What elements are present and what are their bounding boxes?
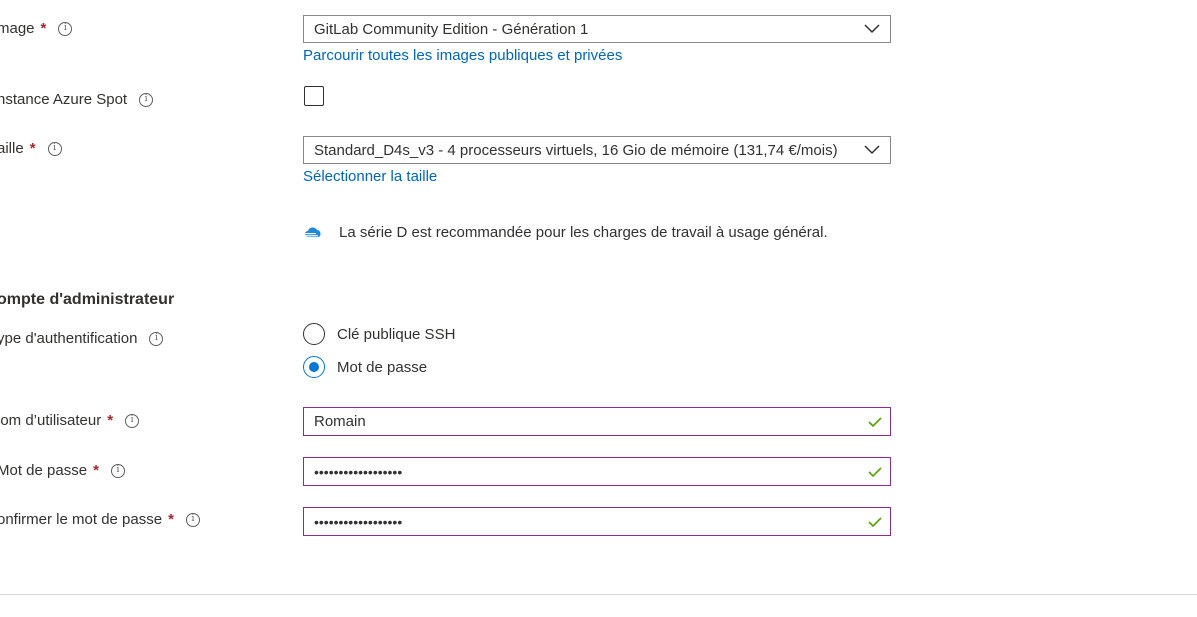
confirm-password-label: onfirmer le mot de passe: [0, 511, 163, 528]
info-icon[interactable]: i: [185, 512, 200, 527]
chevron-down-icon: [854, 137, 890, 163]
radio-button[interactable]: [303, 323, 325, 345]
image-select[interactable]: GitLab Community Edition - Génération 1: [303, 15, 891, 43]
required-asterisk: *: [40, 20, 47, 37]
radio-password[interactable]: Mot de passe: [303, 356, 427, 378]
info-icon[interactable]: i: [149, 331, 164, 346]
confirm-password-input[interactable]: ••••••••••••••••••: [303, 507, 891, 536]
select-size-link[interactable]: Sélectionner la taille: [303, 168, 437, 185]
radio-label: Mot de passe: [337, 358, 428, 376]
admin-section-title: ompte d'administrateur: [0, 291, 175, 308]
chevron-down-icon: [854, 16, 890, 42]
info-icon[interactable]: i: [139, 92, 154, 107]
checkmark-icon: [860, 508, 890, 535]
size-label: aille: [0, 140, 24, 157]
password-input[interactable]: ••••••••••••••••••: [303, 457, 891, 486]
size-info-text: La série D est recommandée pour les char…: [339, 224, 828, 241]
radio-label: Clé publique SSH: [337, 325, 456, 343]
password-value: ••••••••••••••••••: [314, 463, 403, 480]
info-icon[interactable]: i: [47, 141, 62, 156]
radio-dot: [309, 362, 319, 372]
info-icon[interactable]: i: [125, 413, 140, 428]
vm-create-form: mage * i GitLab Community Edition - Géné…: [0, 0, 1197, 617]
required-asterisk: *: [29, 140, 36, 157]
required-asterisk: *: [107, 412, 114, 429]
auth-type-label-row: ype d'authentification i: [0, 330, 164, 347]
cloud-info-icon: [303, 225, 323, 241]
confirm-password-value: ••••••••••••••••••: [314, 513, 403, 530]
size-select-value: Standard_D4s_v3 - 4 processeurs virtuels…: [314, 141, 838, 159]
username-label-row: lom d’utilisateur * i: [0, 412, 140, 429]
image-label-row: mage * i: [0, 20, 73, 37]
info-icon[interactable]: i: [110, 463, 125, 478]
username-label: lom d’utilisateur: [0, 412, 102, 429]
username-input[interactable]: Romain: [303, 407, 891, 436]
browse-images-link[interactable]: Parcourir toutes les images publiques et…: [303, 47, 622, 64]
confirm-password-label-row: onfirmer le mot de passe * i: [0, 511, 200, 528]
spot-label-row: nstance Azure Spot i: [0, 91, 154, 108]
section-divider: [0, 594, 1197, 595]
required-asterisk: *: [93, 462, 99, 479]
spot-label: nstance Azure Spot: [0, 91, 128, 108]
size-select[interactable]: Standard_D4s_v3 - 4 processeurs virtuels…: [303, 136, 891, 164]
info-icon[interactable]: i: [58, 21, 73, 36]
image-label: mage: [0, 20, 35, 37]
username-value: Romain: [314, 413, 366, 430]
size-label-row: aille * i: [0, 140, 62, 157]
azure-spot-checkbox[interactable]: [304, 86, 324, 106]
radio-ssh-public-key[interactable]: Clé publique SSH: [303, 323, 455, 345]
auth-type-label: ype d'authentification: [0, 330, 138, 347]
checkmark-icon: [860, 408, 890, 435]
required-asterisk: *: [168, 511, 174, 528]
image-select-value: GitLab Community Edition - Génération 1: [314, 20, 589, 38]
radio-button-selected[interactable]: [303, 356, 325, 378]
password-label: Mot de passe: [0, 462, 88, 479]
password-label-row: Mot de passe * i: [0, 462, 125, 479]
size-info-message: La série D est recommandée pour les char…: [303, 224, 828, 241]
checkmark-icon: [860, 458, 890, 485]
